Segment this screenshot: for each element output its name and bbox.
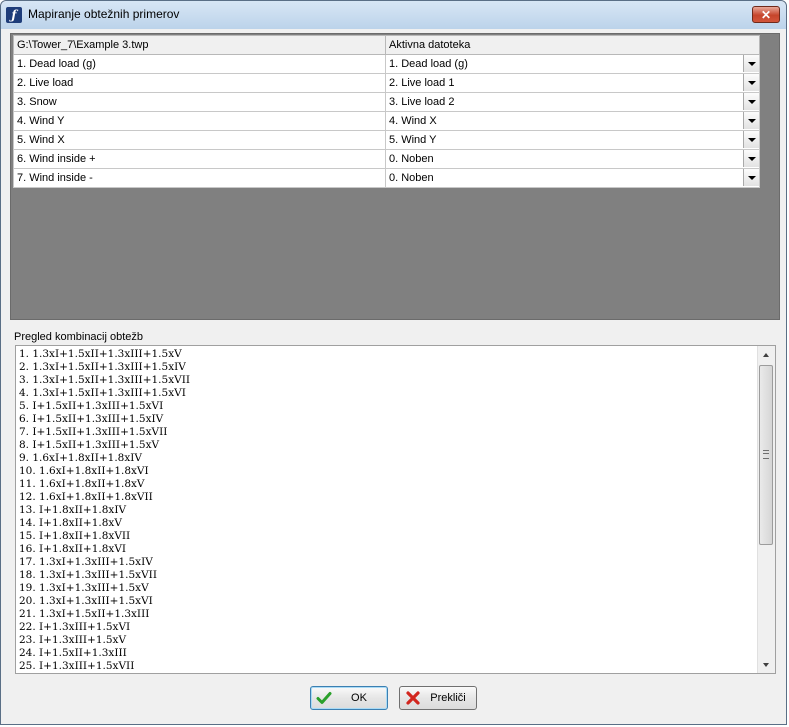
- list-item[interactable]: 1. 1.3xI+1.5xII+1.3xIII+1.5xV: [19, 348, 754, 361]
- mapping-row: 4. Wind Y 4. Wind X: [13, 111, 760, 131]
- dropdown-arrow-icon[interactable]: [743, 74, 759, 91]
- scroll-down-arrow-icon[interactable]: [758, 656, 775, 673]
- list-item[interactable]: 11. 1.6xI+1.8xII+1.8xV: [19, 478, 754, 491]
- dropdown-arrow-icon[interactable]: [743, 150, 759, 167]
- list-item[interactable]: 21. 1.3xI+1.5xII+1.3xIII: [19, 608, 754, 621]
- dropdown-arrow-icon[interactable]: [743, 55, 759, 72]
- source-load-case: 4. Wind Y: [13, 111, 386, 131]
- target-load-case-select[interactable]: 0. Noben: [385, 149, 760, 169]
- target-load-case-select[interactable]: 1. Dead load (g): [385, 54, 760, 74]
- list-item[interactable]: 7. I+1.5xII+1.3xIII+1.5xVII: [19, 426, 754, 439]
- dropdown-arrow-icon[interactable]: [743, 93, 759, 110]
- list-item[interactable]: 15. I+1.8xII+1.8xVII: [19, 530, 754, 543]
- checkmark-icon: [316, 692, 332, 704]
- list-item[interactable]: 8. I+1.5xII+1.3xIII+1.5xV: [19, 439, 754, 452]
- list-item[interactable]: 24. I+1.5xII+1.3xIII: [19, 647, 754, 660]
- dropdown-arrow-icon[interactable]: [743, 112, 759, 129]
- target-load-case-value: 2. Live load 1: [389, 77, 455, 89]
- list-item[interactable]: 2. 1.3xI+1.5xII+1.3xIII+1.5xIV: [19, 361, 754, 374]
- target-load-case-select[interactable]: 2. Live load 1: [385, 73, 760, 93]
- list-item[interactable]: 18. 1.3xI+1.3xIII+1.5xVII: [19, 569, 754, 582]
- ok-button[interactable]: OK: [310, 686, 388, 710]
- list-item[interactable]: 22. I+1.3xIII+1.5xVI: [19, 621, 754, 634]
- list-item[interactable]: 9. 1.6xI+1.8xII+1.8xIV: [19, 452, 754, 465]
- list-item[interactable]: 10. 1.6xI+1.8xII+1.8xVI: [19, 465, 754, 478]
- mapping-row: 7. Wind inside - 0. Noben: [13, 168, 760, 188]
- list-item[interactable]: 16. I+1.8xII+1.8xVI: [19, 543, 754, 556]
- list-item[interactable]: 14. I+1.8xII+1.8xV: [19, 517, 754, 530]
- source-load-case: 1. Dead load (g): [13, 54, 386, 74]
- source-load-case: 5. Wind X: [13, 130, 386, 150]
- source-load-case: 7. Wind inside -: [13, 168, 386, 188]
- active-file-header: Aktivna datoteka: [385, 35, 760, 55]
- source-file-header: G:\Tower_7\Example 3.twp: [13, 35, 386, 55]
- target-load-case-value: 5. Wind Y: [389, 134, 437, 146]
- target-load-case-value: 3. Live load 2: [389, 96, 455, 108]
- list-item[interactable]: 13. I+1.8xII+1.8xIV: [19, 504, 754, 517]
- mapping-row: 2. Live load 2. Live load 1: [13, 73, 760, 93]
- list-item[interactable]: 12. 1.6xI+1.8xII+1.8xVII: [19, 491, 754, 504]
- list-item[interactable]: 23. I+1.3xIII+1.5xV: [19, 634, 754, 647]
- dialog-window: ƒ Mapiranje obtežnih primerov ✕ G:\Tower…: [0, 0, 787, 725]
- list-item[interactable]: 5. I+1.5xII+1.3xIII+1.5xVI: [19, 400, 754, 413]
- summary-label: Pregled kombinacij obtežb: [14, 331, 144, 343]
- target-load-case-value: 0. Noben: [389, 172, 434, 184]
- mapping-row: 1. Dead load (g) 1. Dead load (g): [13, 54, 760, 74]
- scroll-up-arrow-icon[interactable]: [758, 346, 775, 363]
- mapping-row: 3. Snow 3. Live load 2: [13, 92, 760, 112]
- grip-icon: [763, 450, 769, 459]
- target-load-case-select[interactable]: 4. Wind X: [385, 111, 760, 131]
- mapping-row: 5. Wind X 5. Wind Y: [13, 130, 760, 150]
- cancel-button[interactable]: Prekliči: [399, 686, 477, 710]
- dropdown-arrow-icon[interactable]: [743, 131, 759, 148]
- scrollbar-thumb[interactable]: [759, 365, 773, 545]
- list-item[interactable]: 3. 1.3xI+1.5xII+1.3xIII+1.5xVII: [19, 374, 754, 387]
- list-item[interactable]: 25. I+1.3xIII+1.5xVII: [19, 660, 754, 673]
- source-load-case: 2. Live load: [13, 73, 386, 93]
- title-bar[interactable]: ƒ Mapiranje obtežnih primerov ✕: [1, 1, 786, 29]
- mapping-grid: G:\Tower_7\Example 3.twp Aktivna datotek…: [10, 33, 780, 320]
- target-load-case-select[interactable]: 3. Live load 2: [385, 92, 760, 112]
- close-button[interactable]: ✕: [752, 6, 780, 23]
- list-item[interactable]: 20. 1.3xI+1.3xIII+1.5xVI: [19, 595, 754, 608]
- source-load-case: 3. Snow: [13, 92, 386, 112]
- target-load-case-value: 1. Dead load (g): [389, 58, 468, 70]
- combination-list: 1. 1.3xI+1.5xII+1.3xIII+1.5xV 2. 1.3xI+1…: [19, 348, 754, 673]
- list-item[interactable]: 19. 1.3xI+1.3xIII+1.5xV: [19, 582, 754, 595]
- target-load-case-select[interactable]: 0. Noben: [385, 168, 760, 188]
- combination-list-box[interactable]: 1. 1.3xI+1.5xII+1.3xIII+1.5xV 2. 1.3xI+1…: [15, 345, 776, 674]
- target-load-case-value: 4. Wind X: [389, 115, 437, 127]
- app-icon: ƒ: [6, 7, 22, 23]
- mapping-table: G:\Tower_7\Example 3.twp Aktivna datotek…: [13, 35, 760, 188]
- vertical-scrollbar[interactable]: [757, 346, 775, 673]
- dropdown-arrow-icon[interactable]: [743, 169, 759, 186]
- mapping-row: 6. Wind inside + 0. Noben: [13, 149, 760, 169]
- target-load-case-value: 0. Noben: [389, 153, 434, 165]
- mapping-header-row: G:\Tower_7\Example 3.twp Aktivna datotek…: [13, 35, 760, 55]
- list-item[interactable]: 4. 1.3xI+1.5xII+1.3xIII+1.5xVI: [19, 387, 754, 400]
- target-load-case-select[interactable]: 5. Wind Y: [385, 130, 760, 150]
- window-title: Mapiranje obtežnih primerov: [28, 7, 180, 21]
- source-load-case: 6. Wind inside +: [13, 149, 386, 169]
- dialog-content: G:\Tower_7\Example 3.twp Aktivna datotek…: [8, 30, 781, 719]
- cancel-button-label: Prekliči: [430, 692, 466, 704]
- x-mark-icon: [406, 691, 420, 705]
- list-item[interactable]: 17. 1.3xI+1.3xIII+1.5xIV: [19, 556, 754, 569]
- ok-button-label: OK: [351, 692, 367, 704]
- list-item[interactable]: 6. I+1.5xII+1.3xIII+1.5xIV: [19, 413, 754, 426]
